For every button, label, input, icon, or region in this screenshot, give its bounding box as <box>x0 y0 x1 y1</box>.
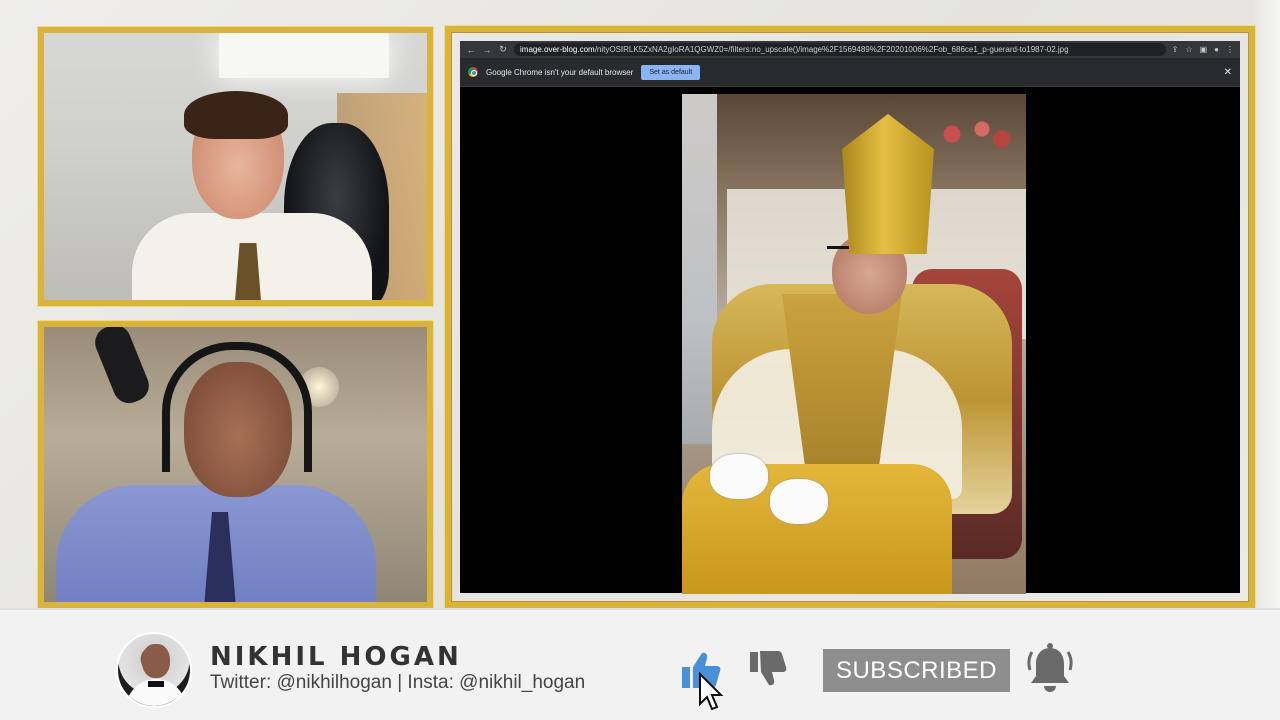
url-path: /nityOSIRLK5ZxNA2gIoRA1QGWZ0=/filters:no… <box>594 45 1069 54</box>
headphones <box>162 342 312 472</box>
profile-icon[interactable]: ● <box>1214 45 1219 54</box>
browser-toolbar: ← → ↻ image.over-blog.com/nityOSIRLK5ZxN… <box>460 41 1240 58</box>
avatar-face <box>142 644 170 678</box>
url-host: image.over-blog.com <box>520 45 595 54</box>
white-glove-right <box>770 479 828 524</box>
address-bar[interactable]: image.over-blog.com/nityOSIRLK5ZxNA2gIoR… <box>514 43 1166 56</box>
guest-hair <box>184 91 288 139</box>
thumbs-down-icon[interactable] <box>748 650 788 688</box>
notification-bell-icon[interactable] <box>1026 642 1074 696</box>
default-browser-infobar: Google Chrome isn't your default browser… <box>460 58 1240 87</box>
altar-flowers <box>922 109 1022 159</box>
infobar-message: Google Chrome isn't your default browser <box>486 67 634 77</box>
back-icon[interactable]: ← <box>466 45 476 55</box>
mouse-cursor-icon <box>699 672 724 711</box>
toolbar-icons: ⇪ ☆ ▣ ● ⋮ <box>1172 45 1234 54</box>
webcam-guest-frame <box>38 27 433 306</box>
subscribe-overlay: NIKHIL HOGAN Twitter: @nikhilhogan | Ins… <box>0 610 1280 720</box>
share-icon[interactable]: ⇪ <box>1172 45 1179 54</box>
menu-kebab-icon[interactable]: ⋮ <box>1226 45 1234 54</box>
reload-icon[interactable]: ↻ <box>498 44 508 55</box>
bookmark-star-icon[interactable]: ☆ <box>1185 45 1192 54</box>
background-paper <box>1255 0 1280 610</box>
browser-window: ← → ↻ image.over-blog.com/nityOSIRLK5ZxN… <box>460 41 1240 594</box>
webcam-host-frame <box>38 321 433 608</box>
screen-share-frame: ← → ↻ image.over-blog.com/nityOSIRLK5ZxN… <box>445 26 1255 608</box>
displayed-photo <box>682 94 1026 594</box>
ceiling-light <box>219 33 389 78</box>
forward-icon[interactable]: → <box>482 45 492 55</box>
side-panel-icon[interactable]: ▣ <box>1200 45 1208 54</box>
white-glove-left <box>710 454 768 499</box>
channel-name: NIKHIL HOGAN <box>210 642 462 672</box>
avatar-bowtie <box>148 681 164 687</box>
chrome-logo-icon <box>468 67 478 77</box>
social-handles: Twitter: @nikhilhogan | Insta: @nikhil_h… <box>210 672 586 693</box>
mitre <box>842 114 934 254</box>
close-icon[interactable]: ✕ <box>1224 67 1232 78</box>
set-as-default-button[interactable]: Set as default <box>641 64 701 80</box>
avatar <box>116 632 192 708</box>
subscribed-button[interactable]: SUBSCRIBED <box>823 649 1010 692</box>
